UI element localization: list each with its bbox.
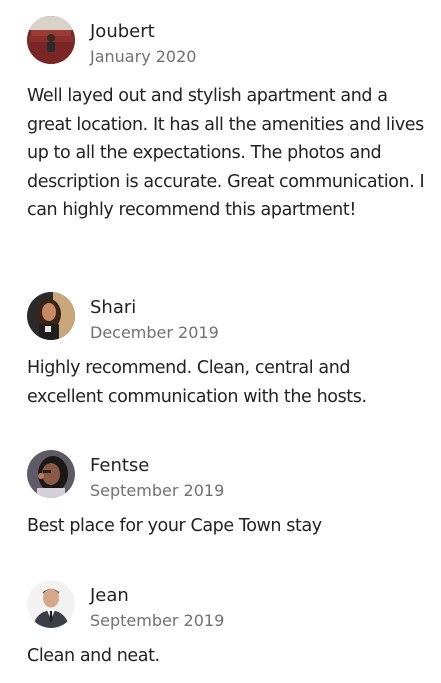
review-item: Shari December 2019 Highly recommend. Cl… (0, 292, 441, 407)
review-header: Shari December 2019 (0, 292, 441, 344)
reviewer-name: Jean (90, 585, 129, 606)
reviewer-name: Fentse (90, 455, 150, 476)
review-date: September 2019 (90, 481, 225, 500)
review-header: Jean September 2019 (0, 580, 441, 632)
review-date: September 2019 (90, 611, 225, 630)
review-header: Joubert January 2020 (0, 16, 441, 68)
review-date: January 2020 (90, 47, 197, 66)
reviewer-avatar[interactable] (27, 580, 75, 628)
reviewer-avatar[interactable] (27, 292, 75, 340)
reviewer-avatar[interactable] (27, 16, 75, 64)
review-text: Well layed out and stylish apartment and… (27, 86, 425, 220)
review-header: Fentse September 2019 (0, 450, 441, 502)
review-item: Jean September 2019 Clean and neat. (0, 580, 441, 666)
review-date: December 2019 (90, 323, 219, 342)
review-text: Clean and neat. (27, 646, 160, 666)
reviewer-name: Joubert (90, 21, 155, 42)
review-item: Fentse September 2019 Best place for you… (0, 450, 441, 536)
review-item: Joubert January 2020 Well layed out and … (0, 16, 441, 220)
reviewer-name: Shari (90, 297, 137, 318)
review-text: Best place for your Cape Town stay (27, 516, 322, 536)
reviewer-avatar[interactable] (27, 450, 75, 498)
review-text: Highly recommend. Clean, central and exc… (27, 358, 367, 407)
